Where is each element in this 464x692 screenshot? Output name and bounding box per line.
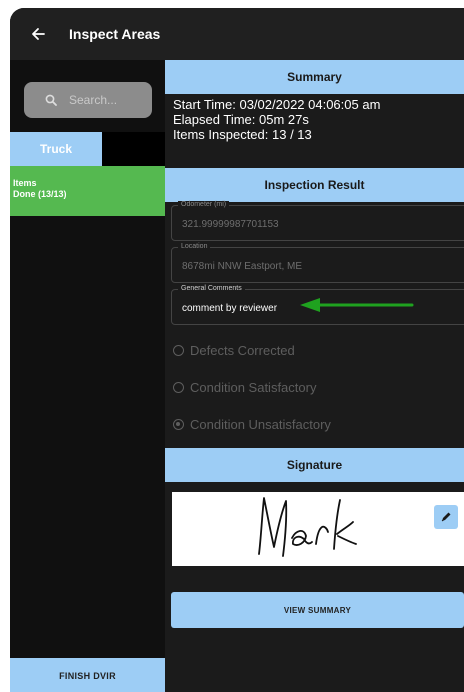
general-comments-label: General Comments: [178, 285, 245, 292]
odometer-label: Odometer (mi): [178, 201, 230, 208]
location-field[interactable]: Location 8678mi NNW Eastport, ME: [171, 243, 464, 283]
tab-truck[interactable]: Truck: [10, 132, 102, 166]
inspection-result-header: Inspection Result: [165, 168, 464, 202]
app-window: Inspect Areas Search... Truck Items Done…: [10, 8, 464, 692]
radio-selected-icon: [173, 419, 184, 430]
radio-defects-corrected[interactable]: Defects Corrected: [173, 343, 295, 358]
location-value: 8678mi NNW Eastport, ME: [182, 261, 303, 272]
radio-condition-unsatisfactory[interactable]: Condition Unsatisfactory: [173, 417, 331, 432]
start-time: Start Time: 03/02/2022 04:06:05 am: [173, 97, 381, 112]
general-comments-value: comment by reviewer: [182, 303, 278, 314]
edit-signature-button[interactable]: [434, 505, 458, 529]
items-status: Done (13/13): [13, 189, 67, 199]
sidebar-item-items[interactable]: Items Done (13/13): [10, 166, 165, 216]
odometer-field[interactable]: Odometer (mi) 321.99999987701153: [171, 201, 464, 241]
elapsed-time: Elapsed Time: 05m 27s: [173, 112, 309, 127]
annotation-arrow-icon: [300, 298, 414, 312]
summary-header: Summary: [165, 60, 464, 94]
sidebar: Search... Truck Items Done (13/13) FINIS…: [10, 60, 165, 692]
radio-label: Condition Unsatisfactory: [190, 417, 331, 432]
radio-label: Condition Satisfactory: [190, 380, 317, 395]
summary-details: Start Time: 03/02/2022 04:06:05 am Elaps…: [173, 97, 380, 142]
search-placeholder: Search...: [69, 93, 118, 107]
location-label: Location: [178, 243, 211, 250]
radio-label: Defects Corrected: [190, 343, 295, 358]
signature-header: Signature: [165, 448, 464, 482]
radio-condition-satisfactory[interactable]: Condition Satisfactory: [173, 380, 316, 395]
items-title: Items: [13, 178, 37, 188]
signature-image: [258, 497, 357, 557]
items-inspected: Items Inspected: 13 / 13: [173, 127, 312, 142]
main-panel: Summary Start Time: 03/02/2022 04:06:05 …: [165, 60, 464, 692]
finish-dvir-button[interactable]: FINISH DVIR: [10, 658, 165, 692]
arrow-left-icon[interactable]: [31, 27, 45, 41]
general-comments-field[interactable]: General Comments comment by reviewer: [171, 285, 464, 325]
view-summary-button[interactable]: VIEW SUMMARY: [171, 592, 464, 628]
tab-empty: [102, 132, 165, 166]
search-input[interactable]: Search...: [24, 82, 152, 118]
pencil-icon: [441, 512, 451, 522]
search-icon: [45, 94, 57, 106]
signature-pad[interactable]: [172, 492, 464, 566]
page-title: Inspect Areas: [69, 26, 161, 42]
app-bar: Inspect Areas: [10, 8, 464, 60]
radio-circle-icon: [173, 345, 184, 356]
radio-circle-icon: [173, 382, 184, 393]
odometer-value: 321.99999987701153: [182, 219, 279, 230]
